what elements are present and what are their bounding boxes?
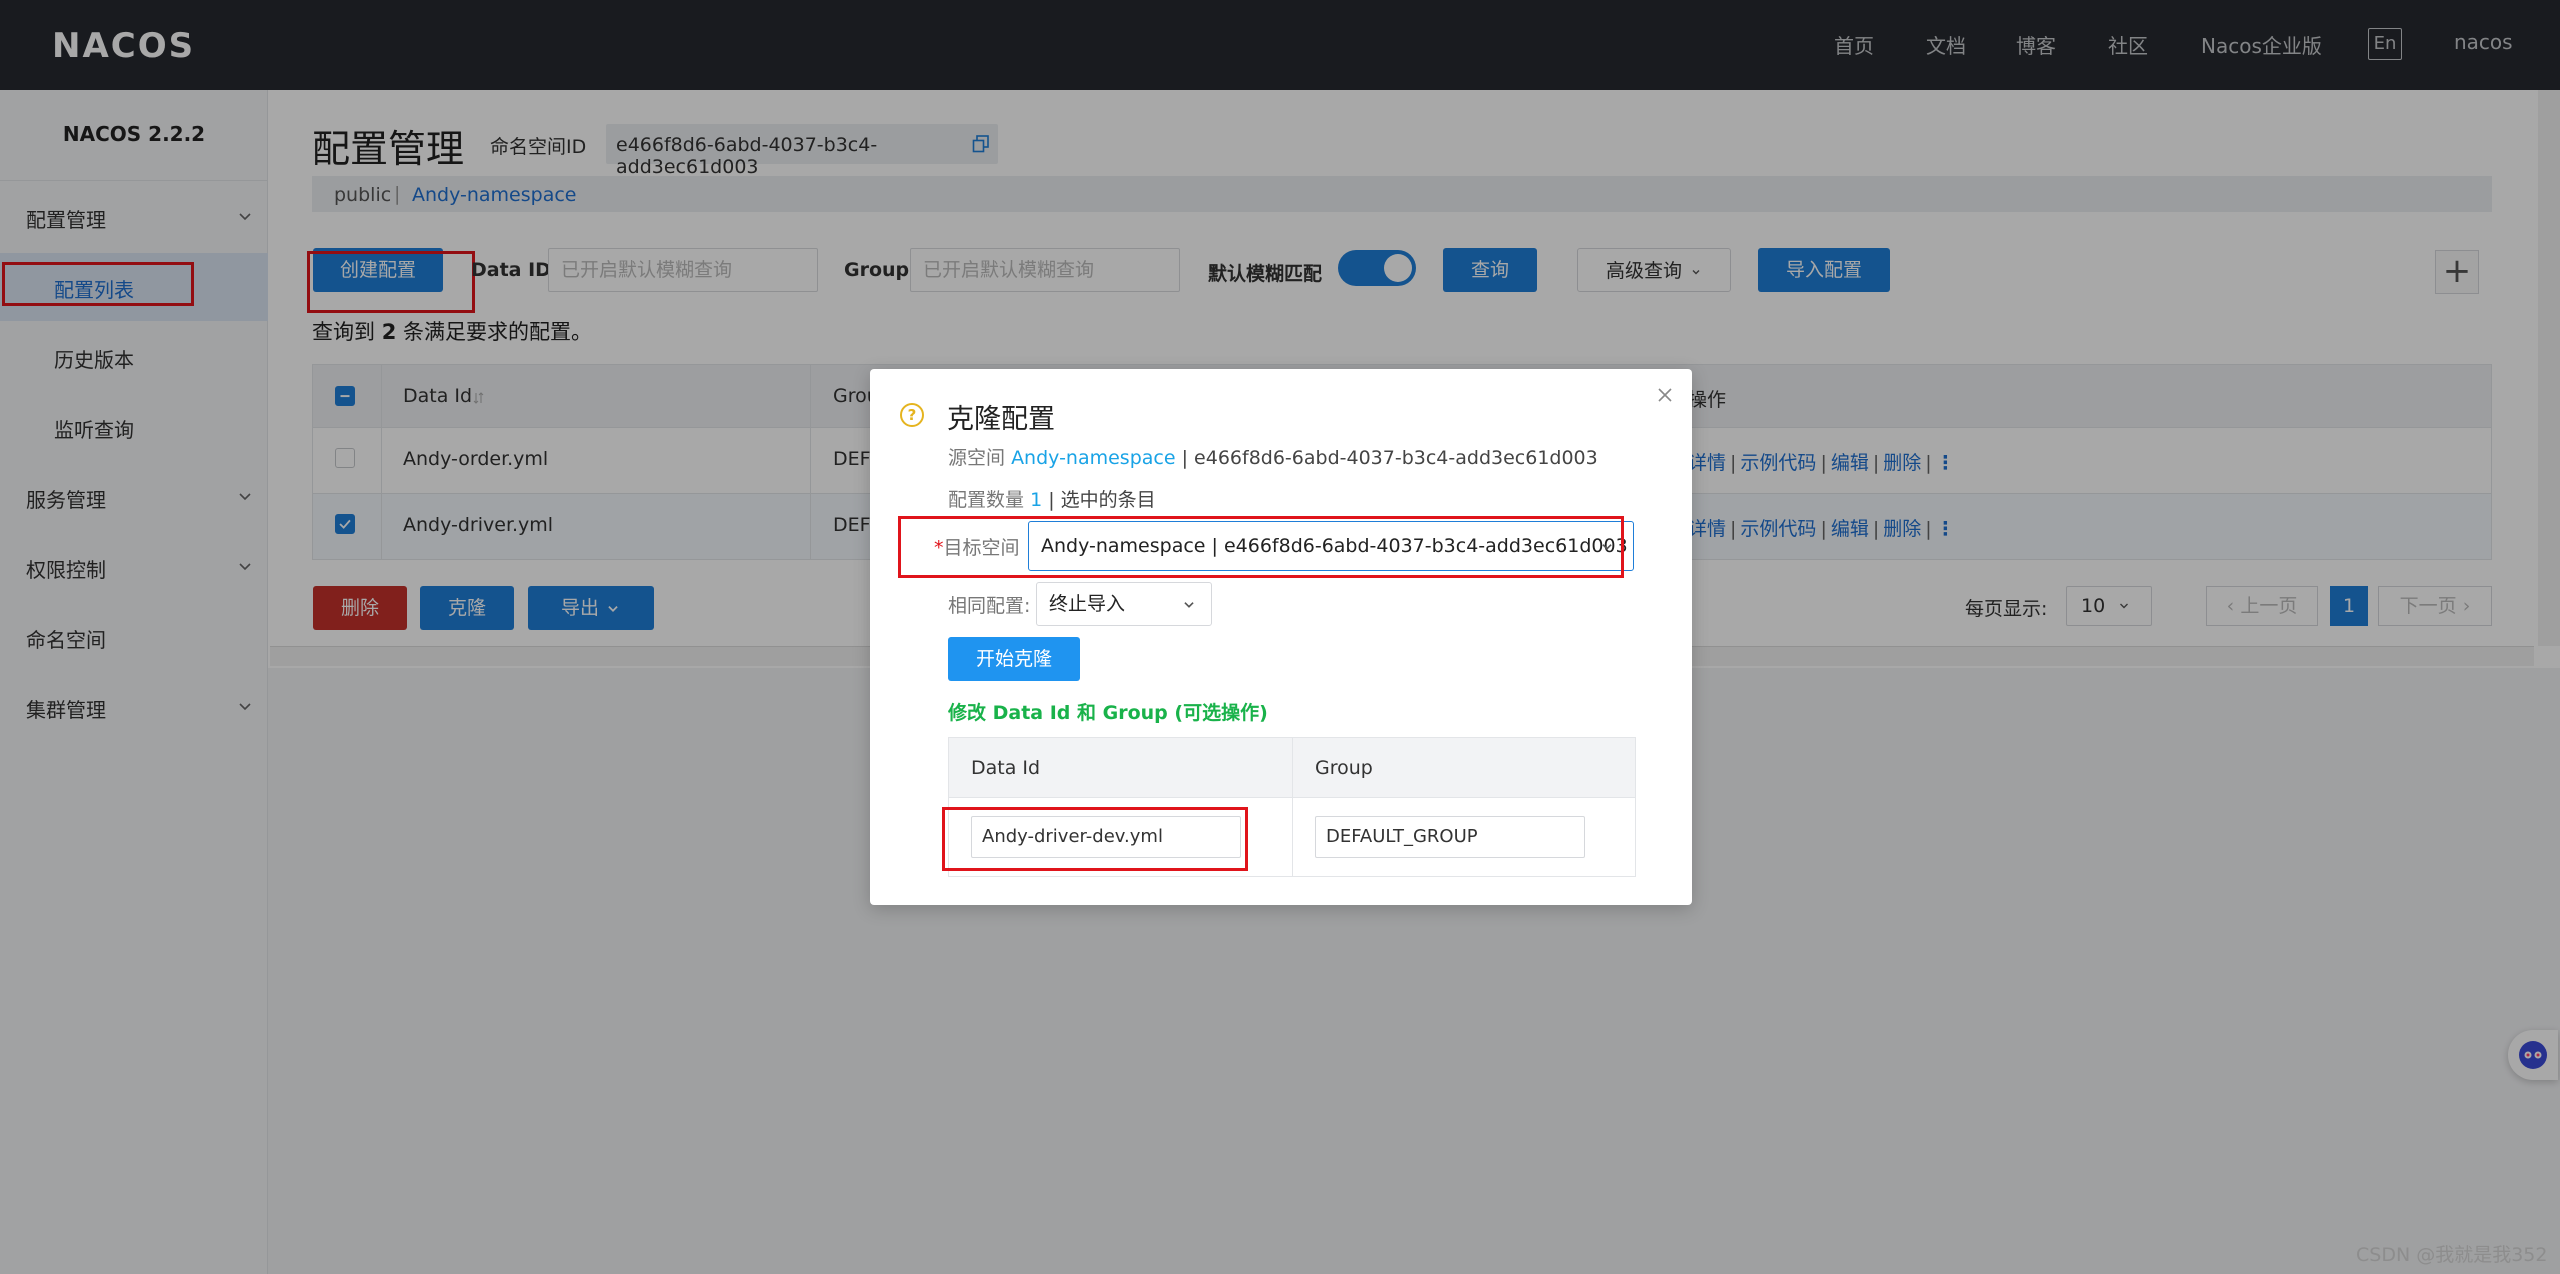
annotation-highlight-new-dataid [942, 807, 1248, 871]
dialog-title: 克隆配置 [947, 404, 1055, 435]
modify-hint: 修改 Data Id 和 Group (可选操作) [948, 702, 1268, 724]
source-namespace-link[interactable]: Andy-namespace [1011, 447, 1176, 469]
count-label: 配置数量 [948, 489, 1025, 511]
question-icon: ? [900, 403, 924, 427]
source-namespace-id: | e466f8d6-6abd-4037-b3c4-add3ec61d003 [1181, 447, 1598, 469]
source-label: 源空间 [948, 447, 1006, 469]
config-count-line: 配置数量 1 | 选中的条目 [948, 485, 1156, 512]
start-clone-button[interactable]: 开始克隆 [948, 637, 1080, 681]
count-suffix: | 选中的条目 [1048, 489, 1156, 511]
new-group-input[interactable]: DEFAULT_GROUP [1315, 816, 1585, 858]
close-icon[interactable] [1655, 385, 1675, 405]
annotation-highlight-target [898, 516, 1624, 578]
rename-header-group: Group [1315, 757, 1373, 779]
chevron-down-icon [1184, 602, 1194, 608]
clone-config-dialog: ? 克隆配置 源空间 Andy-namespace | e466f8d6-6ab… [870, 369, 1692, 905]
config-count: 1 [1030, 489, 1043, 511]
source-namespace-line: 源空间 Andy-namespace | e466f8d6-6abd-4037-… [948, 443, 1598, 470]
column-divider [1292, 738, 1293, 876]
rename-header-dataid: Data Id [971, 757, 1041, 779]
same-config-label: 相同配置: [948, 595, 1031, 617]
